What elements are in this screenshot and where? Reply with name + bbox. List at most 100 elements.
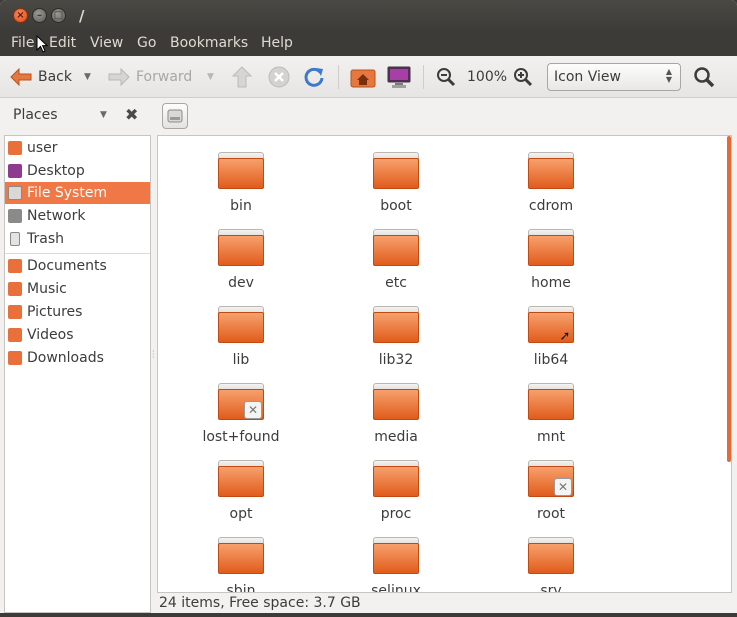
no-access-icon: ✕: [244, 401, 262, 419]
forward-label: Forward: [136, 69, 193, 85]
back-label: Back: [38, 69, 72, 85]
symlink-arrow-icon: ➚: [559, 329, 571, 344]
close-icon: ×: [16, 10, 25, 21]
menu-go[interactable]: Go: [137, 35, 156, 51]
file-item[interactable]: etc: [341, 229, 451, 303]
drive-icon: [8, 186, 22, 200]
menu-bookmarks[interactable]: Bookmarks: [170, 35, 248, 51]
computer-button[interactable]: [386, 56, 412, 98]
folder-icon: [218, 306, 264, 344]
file-item[interactable]: sbin: [186, 537, 296, 592]
close-side-pane-icon[interactable]: ✖: [125, 105, 138, 124]
file-item[interactable]: media: [341, 383, 451, 457]
file-item[interactable]: bin: [186, 152, 296, 226]
network-icon: [8, 209, 22, 223]
file-item[interactable]: opt: [186, 460, 296, 534]
home-folder-icon: [8, 141, 22, 155]
back-history-dropdown[interactable]: ▼: [84, 56, 91, 98]
folder-icon: [218, 460, 264, 498]
sidebar-item-user[interactable]: user: [5, 137, 150, 159]
reload-button[interactable]: [303, 56, 325, 98]
places-selector[interactable]: Places: [13, 107, 58, 123]
sidebar-item-documents[interactable]: Documents: [5, 255, 150, 277]
sidebar-item-file-system[interactable]: File System: [5, 182, 150, 204]
sidebar-item-videos[interactable]: Videos: [5, 324, 150, 346]
sidebar-item-desktop[interactable]: Desktop: [5, 160, 150, 182]
menu-view[interactable]: View: [90, 35, 123, 51]
chevron-down-icon: ▼: [84, 72, 91, 82]
sidebar-item-network[interactable]: Network: [5, 205, 150, 227]
file-manager-window: × – □ / File Edit View Go Bookmarks Help…: [0, 0, 737, 617]
folder-icon: [528, 383, 574, 421]
file-item[interactable]: home: [496, 229, 606, 303]
maximize-window-button[interactable]: □: [51, 8, 66, 23]
pane-resize-handle[interactable]: · · ·: [152, 348, 155, 362]
stop-button[interactable]: [268, 56, 290, 98]
chevron-down-icon[interactable]: ▼: [100, 110, 107, 120]
file-item[interactable]: lib: [186, 306, 296, 380]
toolbar-separator: [423, 65, 424, 89]
chevron-down-icon: ▼: [207, 72, 214, 82]
file-item[interactable]: mnt: [496, 383, 606, 457]
downloads-folder-icon: [8, 351, 22, 365]
music-folder-icon: [8, 282, 22, 296]
sidebar-item-music[interactable]: Music: [5, 278, 150, 300]
file-item[interactable]: proc: [341, 460, 451, 534]
forward-button[interactable]: Forward: [108, 56, 192, 98]
computer-icon: [387, 66, 411, 88]
folder-icon: ➚: [528, 306, 574, 344]
search-icon: [694, 67, 715, 88]
search-button[interactable]: [693, 56, 715, 98]
folder-icon: [373, 460, 419, 498]
file-item[interactable]: ✕ root: [496, 460, 606, 534]
file-item[interactable]: boot: [341, 152, 451, 226]
file-item[interactable]: lib32: [341, 306, 451, 380]
menu-file[interactable]: File: [11, 35, 34, 51]
minimize-icon: –: [37, 10, 42, 21]
folder-icon: [373, 306, 419, 344]
forward-arrow-icon: [108, 68, 130, 86]
folder-icon: ✕: [218, 383, 264, 421]
reload-icon: [304, 67, 324, 87]
view-mode-select[interactable]: Icon View ▲ ▼: [547, 63, 681, 91]
menu-edit[interactable]: Edit: [49, 35, 76, 51]
close-window-button[interactable]: ×: [13, 8, 28, 23]
menu-help[interactable]: Help: [261, 35, 293, 51]
title-bar[interactable]: × – □ /: [0, 0, 737, 32]
videos-folder-icon: [8, 328, 22, 342]
toolbar-separator: [338, 65, 339, 89]
file-item[interactable]: cdrom: [496, 152, 606, 226]
home-button[interactable]: [350, 56, 376, 98]
path-bar-filesystem-button[interactable]: [162, 103, 188, 129]
drive-icon: [167, 109, 183, 123]
back-arrow-icon: [10, 68, 32, 86]
chevron-up-down-icon: ▲ ▼: [665, 67, 672, 84]
sidebar-item-trash[interactable]: Trash: [5, 228, 150, 250]
back-button[interactable]: Back: [10, 56, 72, 98]
folder-icon: [218, 229, 264, 267]
file-item[interactable]: ✕ lost+found: [186, 383, 296, 457]
forward-history-dropdown[interactable]: ▼: [207, 56, 214, 98]
folder-icon: [373, 229, 419, 267]
sidebar-item-downloads[interactable]: Downloads: [5, 347, 150, 369]
up-button[interactable]: [232, 56, 252, 98]
sidebar-item-pictures[interactable]: Pictures: [5, 301, 150, 323]
pictures-folder-icon: [8, 305, 22, 319]
zoom-in-button[interactable]: [513, 56, 533, 98]
status-text: 24 items, Free space: 3.7 GB: [159, 595, 361, 611]
zoom-level[interactable]: 100%: [467, 56, 507, 98]
file-item[interactable]: ➚ lib64: [496, 306, 606, 380]
no-access-icon: ✕: [554, 478, 572, 496]
file-item[interactable]: srv: [496, 537, 606, 592]
file-item[interactable]: selinux: [341, 537, 451, 592]
zoom-out-button[interactable]: [436, 56, 456, 98]
folder-icon: [218, 537, 264, 575]
file-icon-view[interactable]: bin boot cdrom dev etc home lib lib32 ➚ …: [157, 135, 732, 593]
file-item[interactable]: dev: [186, 229, 296, 303]
maximize-icon: □: [53, 10, 64, 21]
minimize-window-button[interactable]: –: [32, 8, 47, 23]
folder-icon: [528, 229, 574, 267]
desktop-icon: [8, 164, 22, 178]
vertical-scrollbar[interactable]: [727, 136, 731, 462]
folder-icon: [373, 537, 419, 575]
